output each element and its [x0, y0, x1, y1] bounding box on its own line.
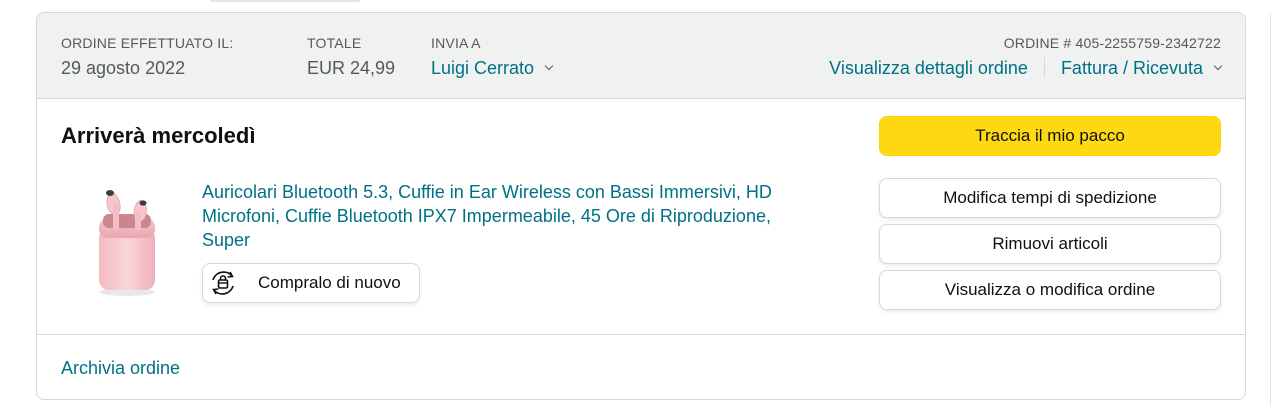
order-number-block: ORDINE # 405-2255759-2342722 Visualizza … [829, 34, 1223, 80]
order-header: ORDINE EFFETTUATO IL: 29 agosto 2022 TOT… [37, 13, 1245, 99]
ship-to-dropdown[interactable]: Luigi Cerrato [431, 56, 554, 80]
view-edit-order-button[interactable]: Visualizza o modifica ordine [879, 270, 1221, 310]
buy-again-button[interactable]: Compralo di nuovo [202, 263, 420, 303]
buy-again-icon [205, 265, 241, 301]
invoice-link-label: Fattura / Ricevuta [1060, 58, 1203, 78]
order-date-value: 29 agosto 2022 [61, 58, 186, 78]
adjacent-card-edge [1270, 14, 1271, 406]
remove-items-button[interactable]: Rimuovi articoli [879, 224, 1221, 264]
change-delivery-button[interactable]: Modifica tempi di spedizione [879, 178, 1221, 218]
ship-to-label: INVIA A [431, 35, 481, 51]
delivery-status-title: Arriverà mercoledì [61, 123, 256, 148]
order-footer: Archivia ordine [37, 334, 1245, 399]
order-links: Visualizza dettagli ordine Fattura / Rice… [829, 56, 1223, 80]
product-title-link[interactable]: Auricolari Bluetooth 5.3, Cuffie in Ear … [202, 180, 812, 252]
order-date-label: ORDINE EFFETTUATO IL: [61, 35, 234, 51]
order-total-block: TOTALE EUR 24,99 [307, 34, 395, 80]
order-details-link[interactable]: Visualizza dettagli ordine [829, 58, 1028, 78]
chevron-down-icon [544, 61, 554, 71]
invoice-dropdown[interactable]: Fattura / Ricevuta [1060, 58, 1223, 78]
ship-to-block: INVIA A Luigi Cerrato [431, 34, 554, 80]
product-image[interactable] [89, 178, 165, 298]
order-date-block: ORDINE EFFETTUATO IL: 29 agosto 2022 [61, 34, 233, 80]
buy-again-label: Compralo di nuovo [258, 273, 401, 292]
order-number: ORDINE # 405-2255759-2342722 [1003, 35, 1221, 51]
top-strip [210, 0, 360, 2]
track-package-button[interactable]: Traccia il mio pacco [879, 116, 1221, 156]
ship-to-name: Luigi Cerrato [431, 58, 535, 78]
order-total-value: EUR 24,99 [307, 58, 396, 78]
order-total-label: TOTALE [307, 35, 362, 51]
archive-order-link[interactable]: Archivia ordine [61, 356, 180, 380]
chevron-down-icon [1213, 61, 1223, 71]
order-actions: Traccia il mio pacco Modifica tempi di s… [879, 116, 1221, 316]
link-divider [1043, 57, 1045, 77]
order-card: ORDINE EFFETTUATO IL: 29 agosto 2022 TOT… [36, 12, 1246, 400]
